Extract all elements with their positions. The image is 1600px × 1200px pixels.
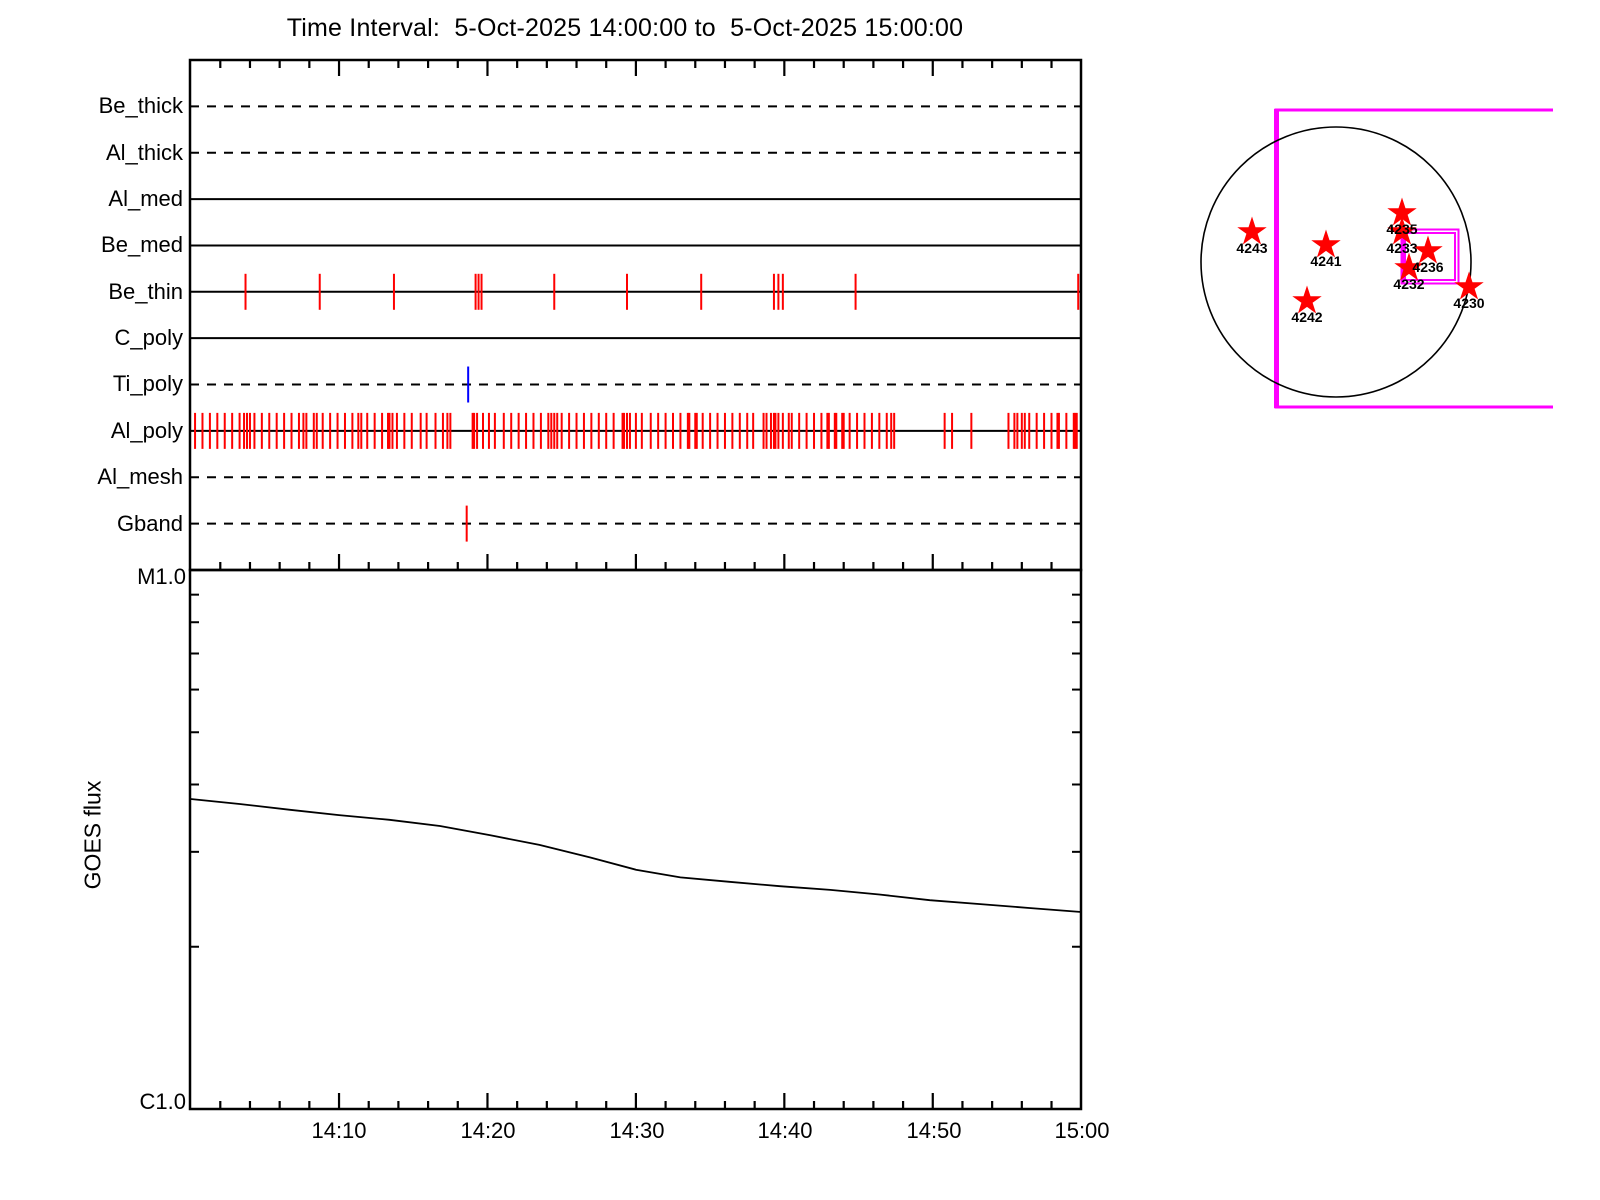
row-label-be-thin: Be_thin (0, 278, 183, 306)
timeline-plot (190, 60, 1081, 1109)
region-label-4241: 4241 (1294, 254, 1358, 269)
goes-ymax-label: M1.0 (66, 564, 186, 590)
region-label-4230: 4230 (1437, 296, 1501, 311)
xtick-1500: 15:00 (1037, 1118, 1127, 1144)
goes-plot (190, 570, 1081, 1109)
solar-timeline-screen: Time Interval: 5-Oct-2025 14:00:00 to 5-… (0, 0, 1600, 1200)
row-label-al-mesh: Al_mesh (0, 463, 183, 491)
solar-disk-panel (1201, 109, 1553, 408)
page-title: Time Interval: 5-Oct-2025 14:00:00 to 5-… (180, 14, 1070, 43)
region-label-4236: 4236 (1396, 260, 1460, 275)
goes-ymin-label: C1.0 (66, 1089, 186, 1115)
row-label-c-poly: C_poly (0, 324, 183, 352)
xtick-1420: 14:20 (443, 1118, 533, 1144)
row-label-al-thick: Al_thick (0, 139, 183, 167)
row-label-al-poly: Al_poly (0, 417, 183, 445)
region-label-4243: 4243 (1220, 241, 1284, 256)
region-label-4233: 4233 (1370, 241, 1434, 256)
row-label-ti-poly: Ti_poly (0, 370, 183, 398)
xtick-1440: 14:40 (740, 1118, 830, 1144)
goes-curve (191, 799, 1082, 912)
row-label-be-med: Be_med (0, 231, 183, 259)
row-label-gband: Gband (0, 510, 183, 538)
region-label-4232: 4232 (1377, 277, 1441, 292)
xtick-1450: 14:50 (889, 1118, 979, 1144)
xtick-1430: 14:30 (592, 1118, 682, 1144)
goes-axis-title: GOES flux (80, 781, 107, 890)
goes-plot-border (190, 570, 1081, 1109)
row-label-al-med: Al_med (0, 185, 183, 213)
xtick-1410: 14:10 (294, 1118, 384, 1144)
region-label-4235: 4235 (1370, 222, 1434, 237)
row-label-be-thick: Be_thick (0, 92, 183, 120)
chart-canvas (0, 0, 1600, 1200)
region-label-4242: 4242 (1275, 310, 1339, 325)
timeline-plot-border (190, 60, 1081, 570)
